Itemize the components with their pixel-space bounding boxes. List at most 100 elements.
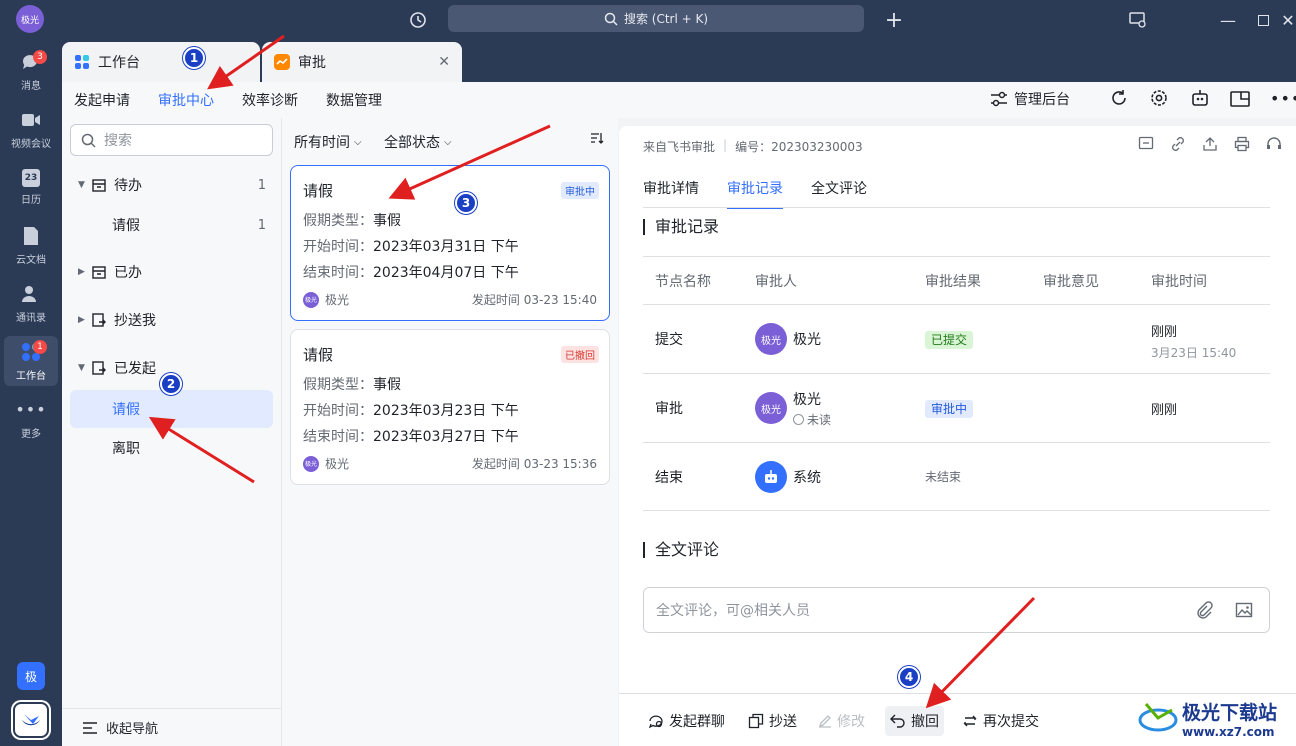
print-icon[interactable] xyxy=(1234,136,1250,156)
caret-right-icon: ▶ xyxy=(78,315,85,325)
title-bar: 搜索 (Ctrl + K) + — ✕ xyxy=(0,0,1296,40)
bot-icon[interactable] xyxy=(1190,89,1210,107)
tab-comments[interactable]: 全文评论 xyxy=(811,178,867,198)
video-icon xyxy=(20,109,42,131)
request-card[interactable]: 请假 审批中 假期类型： 事假 开始时间： 2023年03月31日 下午 结束时间：… xyxy=(290,165,610,321)
screen-share-icon[interactable] xyxy=(1126,8,1150,32)
global-search[interactable]: 搜索 (Ctrl + K) xyxy=(448,5,864,32)
collapse-nav-button[interactable]: 收起导航 xyxy=(62,708,282,746)
tab-approval-details[interactable]: 审批详情 xyxy=(643,178,699,198)
send-box-icon xyxy=(92,361,108,375)
share-icon[interactable] xyxy=(1202,136,1218,156)
nav-item-docs[interactable]: 云文档 xyxy=(0,220,62,270)
column-header: 审批人 xyxy=(755,273,797,290)
left-nav: 极光 消息 3 视频会议 23 日历 云文档 通讯录 工作台 1 ••• 更多 … xyxy=(0,0,62,746)
org-avatar[interactable]: 极 xyxy=(17,662,45,690)
action-label: 再次提交 xyxy=(983,714,1039,730)
comment-placeholder: 全文评论，可@相关人员 xyxy=(656,603,810,619)
request-card[interactable]: 请假 已撤回 假期类型： 事假 开始时间： 2023年03月23日 下午 结束时间：… xyxy=(290,329,610,485)
inbox-icon xyxy=(92,178,108,192)
caret-down-icon: ▼ xyxy=(78,363,85,373)
node-name: 审批 xyxy=(655,401,683,417)
history-icon[interactable] xyxy=(406,8,430,32)
sort-icon[interactable] xyxy=(590,132,604,144)
detail-source: 来自飞书审批 xyxy=(643,140,716,154)
admin-console-button[interactable]: 管理后台 xyxy=(990,89,1070,109)
sidebar-group-cc[interactable]: ▶ 抄送我 xyxy=(62,302,282,338)
card-title: 请假 xyxy=(303,346,334,364)
avatar: 极光 xyxy=(755,323,787,355)
attachment-icon[interactable] xyxy=(1195,601,1213,623)
edit-button[interactable]: 修改 xyxy=(813,706,870,736)
sidebar-group-todo[interactable]: ▼ 待办 1 xyxy=(62,167,282,203)
refresh-icon[interactable] xyxy=(1110,89,1128,107)
close-tab-icon[interactable]: ✕ xyxy=(438,54,450,70)
avatar: 极光 xyxy=(303,455,319,472)
nav-item-more[interactable]: ••• 更多 xyxy=(0,394,62,444)
sidebar-item-leave-initiated[interactable]: 请假 xyxy=(70,390,273,428)
step-marker-3: 3 xyxy=(455,192,477,214)
watermark-url: www.xz7.com xyxy=(1182,724,1275,739)
sidebar-search-input[interactable]: 搜索 xyxy=(70,124,273,156)
more-options-icon[interactable]: ••• xyxy=(1270,89,1296,108)
withdraw-button[interactable]: 撤回 xyxy=(885,706,944,736)
field-key: 结束时间： xyxy=(303,265,373,281)
sliders-icon xyxy=(991,91,1007,107)
sidebar-item-leave-todo[interactable]: 请假 1 xyxy=(62,207,282,243)
sidebar-label: 请假 xyxy=(112,402,140,418)
card-field: 假期类型： 事假 xyxy=(303,207,597,233)
step-marker-2: 2 xyxy=(160,373,182,395)
group-chat-button[interactable]: 发起群聊 xyxy=(643,706,730,736)
minimize-icon[interactable]: — xyxy=(1216,8,1240,32)
tab-divider xyxy=(643,207,1270,208)
nav-item-video[interactable]: 视频会议 xyxy=(0,104,62,154)
feishu-logo-icon[interactable] xyxy=(13,702,49,738)
subtab-data[interactable]: 数据管理 xyxy=(326,90,382,110)
status-badge: 审批中 xyxy=(561,182,599,199)
node-name: 结束 xyxy=(655,469,683,486)
nav-item-calendar[interactable]: 23 日历 xyxy=(0,162,62,212)
subtab-approval-center[interactable]: 审批中心 xyxy=(158,90,214,120)
detail-header-actions xyxy=(1138,136,1282,156)
time-filter-dropdown[interactable]: 所有时间 ⌵ xyxy=(294,132,362,152)
avatar: 极光 xyxy=(303,291,319,308)
settings-gear-icon[interactable] xyxy=(1150,89,1168,107)
pencil-icon xyxy=(818,715,831,728)
nav-item-contacts[interactable]: 通讯录 xyxy=(0,278,62,328)
add-icon[interactable]: + xyxy=(882,8,906,33)
caret-right-icon: ▶ xyxy=(78,267,85,277)
nav-item-workplace[interactable]: 工作台 1 xyxy=(4,336,58,386)
column-header: 审批结果 xyxy=(925,273,981,290)
card-field: 开始时间： 2023年03月31日 下午 xyxy=(303,233,597,259)
column-header: 审批时间 xyxy=(1151,273,1207,290)
tab-approval-records[interactable]: 审批记录 xyxy=(727,178,783,209)
card-time: 发起时间 03-23 15:40 xyxy=(471,293,597,307)
user-avatar[interactable]: 极光 xyxy=(16,5,44,33)
done-box-icon xyxy=(92,265,108,279)
close-window-icon[interactable]: ✕ xyxy=(1276,8,1296,32)
cc-button[interactable]: 抄送 xyxy=(743,706,802,736)
comment-icon[interactable] xyxy=(1138,136,1154,156)
image-icon[interactable] xyxy=(1235,601,1253,623)
resubmit-button[interactable]: 再次提交 xyxy=(957,706,1044,736)
new-window-icon[interactable] xyxy=(1230,89,1250,107)
sidebar-item-resignation[interactable]: 离职 xyxy=(62,430,282,466)
status-filter-dropdown[interactable]: 全部状态 ⌵ xyxy=(384,132,452,152)
link-icon[interactable] xyxy=(1170,136,1186,156)
tab-workplace[interactable]: 工作台 xyxy=(62,42,260,82)
nav-label: 通讯录 xyxy=(16,312,46,324)
subtab-efficiency[interactable]: 效率诊断 xyxy=(242,90,298,110)
detail-number: 编号：202303230003 xyxy=(735,140,863,154)
tab-approval[interactable]: 审批 ✕ xyxy=(262,42,462,82)
result-text: 未结束 xyxy=(925,470,962,484)
customer-service-icon[interactable] xyxy=(1266,136,1282,156)
maximize-icon[interactable] xyxy=(1251,8,1275,32)
robot-icon xyxy=(755,460,787,493)
nav-item-messages[interactable]: 消息 3 xyxy=(0,46,62,96)
comment-input[interactable]: 全文评论，可@相关人员 xyxy=(643,587,1270,633)
subtab-apply[interactable]: 发起申请 xyxy=(74,90,130,110)
count-badge: 1 xyxy=(257,177,266,193)
sidebar-group-done[interactable]: ▶ 已办 xyxy=(62,254,282,290)
count-badge: 1 xyxy=(257,217,266,233)
table-row: 结束 系统 未结束 xyxy=(643,442,1270,511)
